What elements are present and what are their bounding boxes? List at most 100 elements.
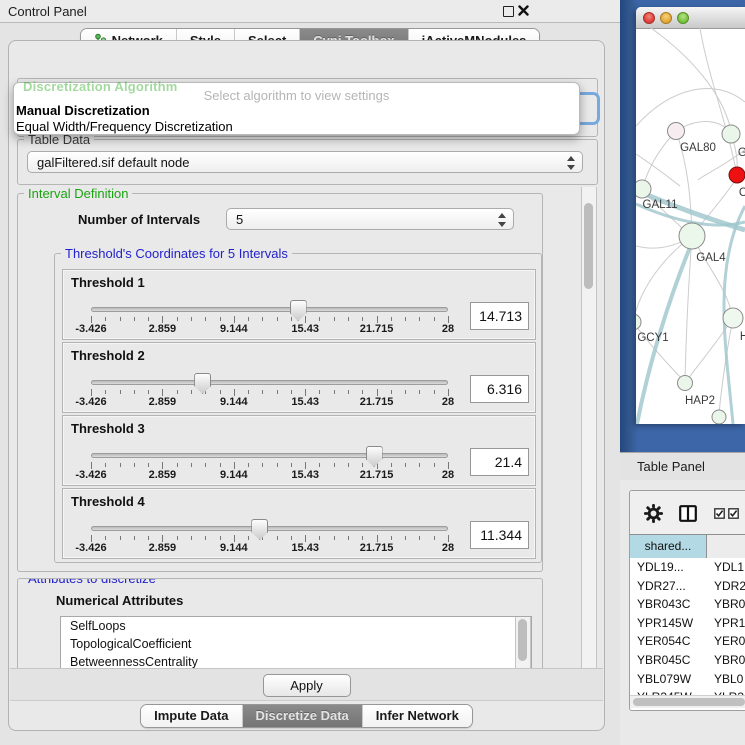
network-node-gal4[interactable] xyxy=(679,223,705,249)
network-node-h[interactable] xyxy=(723,308,743,328)
slider-tick xyxy=(391,390,392,394)
slider-thumb[interactable] xyxy=(366,446,383,467)
slider-tick xyxy=(419,463,420,467)
table-hscrollbar[interactable] xyxy=(630,695,745,708)
algorithm-hint-option[interactable]: Select algorithm to view settings xyxy=(14,88,579,103)
panel-vscrollbar[interactable] xyxy=(581,187,597,668)
slider-tick xyxy=(105,463,106,467)
slider-thumb[interactable] xyxy=(251,519,268,540)
gear-icon[interactable] xyxy=(644,504,663,523)
column-header-shared[interactable]: shared... xyxy=(630,535,707,558)
slider-tick-label: 28 xyxy=(442,323,454,335)
threshold-value-field[interactable]: 14.713 xyxy=(470,302,529,330)
network-window-titlebar[interactable] xyxy=(636,7,745,29)
checkbox-checked-icon[interactable] xyxy=(728,508,739,519)
network-node-hap2[interactable] xyxy=(678,376,693,391)
attributes-scrollbar[interactable] xyxy=(515,617,531,675)
cell-shared-name[interactable]: YBR045C xyxy=(630,651,707,670)
table-data-combobox[interactable]: galFiltered.sif default node xyxy=(27,151,583,173)
tab-impute-data[interactable]: Impute Data xyxy=(141,705,242,727)
slider-tick xyxy=(377,535,378,542)
slider-tick xyxy=(105,317,106,321)
slider-tick xyxy=(91,389,92,396)
attribute-list-item[interactable]: TopologicalCoefficient xyxy=(61,635,531,653)
cell-name[interactable]: YBL0 xyxy=(707,670,745,689)
slider-track[interactable] xyxy=(91,307,448,312)
cell-name[interactable]: YLR3 xyxy=(707,688,745,695)
cell-name[interactable]: YBR0 xyxy=(707,595,745,614)
scrollbar-thumb[interactable] xyxy=(518,619,527,661)
slider-track[interactable] xyxy=(91,380,448,385)
zoom-traffic-light[interactable] xyxy=(677,12,689,24)
slider-tick xyxy=(191,536,192,540)
close-icon[interactable] xyxy=(518,5,529,16)
slider-tick xyxy=(291,536,292,540)
table-row[interactable]: YPR145WYPR1 xyxy=(630,614,745,633)
cell-name[interactable]: YBR0 xyxy=(707,651,745,670)
cell-shared-name[interactable]: YLR345W xyxy=(630,688,707,695)
attribute-list-item[interactable]: SelfLoops xyxy=(61,617,531,635)
table-row[interactable]: YDL19...YDL1 xyxy=(630,558,745,577)
network-node-g-[interactable] xyxy=(722,125,740,143)
threshold-value-field[interactable]: 11.344 xyxy=(470,521,529,549)
apply-button[interactable]: Apply xyxy=(263,674,351,697)
slider-tick xyxy=(291,390,292,394)
slider-tick xyxy=(405,317,406,321)
slider-tick xyxy=(334,463,335,467)
tab-discretize-data[interactable]: Discretize Data xyxy=(243,705,363,727)
threshold-label: Threshold 2 xyxy=(71,348,145,363)
table-row[interactable]: YLR345WYLR3 xyxy=(630,688,745,695)
threshold-value-field[interactable]: 21.4 xyxy=(470,448,529,476)
combo-spinner-icon xyxy=(565,155,575,171)
table-header-row: shared... na xyxy=(630,534,745,559)
threshold-value-field[interactable]: 6.316 xyxy=(470,375,529,403)
cell-name[interactable]: YPR1 xyxy=(707,614,745,633)
cell-shared-name[interactable]: YPR145W xyxy=(630,614,707,633)
scrollbar-thumb[interactable] xyxy=(584,203,593,289)
minimize-traffic-light[interactable] xyxy=(660,12,672,24)
table-row[interactable]: YDR27...YDR2 xyxy=(630,577,745,596)
number-of-intervals-combobox[interactable]: 5 xyxy=(226,208,514,230)
slider-thumb[interactable] xyxy=(194,373,211,394)
network-node[interactable] xyxy=(712,410,726,424)
slider-tick xyxy=(91,462,92,469)
table-row[interactable]: YBR045CYBR0 xyxy=(630,651,745,670)
network-edge[interactable] xyxy=(651,28,731,130)
cell-shared-name[interactable]: YDR27... xyxy=(630,577,707,596)
slider-tick xyxy=(391,536,392,540)
scrollbar-thumb[interactable] xyxy=(633,698,745,706)
column-layout-icon[interactable] xyxy=(679,505,697,522)
slider-tick xyxy=(405,536,406,540)
network-node-gcy1[interactable] xyxy=(636,314,641,330)
slider-track[interactable] xyxy=(91,526,448,531)
network-edge[interactable] xyxy=(643,131,676,186)
table-row[interactable]: YBL079WYBL0 xyxy=(630,670,745,689)
cell-shared-name[interactable]: YBR043C xyxy=(630,595,707,614)
slider-track[interactable] xyxy=(91,453,448,458)
cell-name[interactable]: YDR2 xyxy=(707,577,745,596)
network-edge[interactable] xyxy=(636,322,681,378)
close-traffic-light[interactable] xyxy=(643,12,655,24)
cell-shared-name[interactable]: YBL079W xyxy=(630,670,707,689)
table-row[interactable]: YER054CYER0 xyxy=(630,632,745,651)
tab-infer-network[interactable]: Infer Network xyxy=(363,705,472,727)
slider-tick xyxy=(248,317,249,321)
network-node-gal80[interactable] xyxy=(668,123,685,140)
network-edge[interactable] xyxy=(636,236,692,318)
cell-shared-name[interactable]: YDL19... xyxy=(630,558,707,577)
manual-discretization-option[interactable]: Manual Discretization xyxy=(16,103,150,118)
table-row[interactable]: YBR043CYBR0 xyxy=(630,595,745,614)
network-node-gal11[interactable] xyxy=(636,180,651,198)
table-panel-title: Table Panel xyxy=(637,459,705,474)
slider-tick-label: 2.859 xyxy=(149,542,177,554)
cell-name[interactable]: YDL1 xyxy=(707,558,745,577)
column-header-name[interactable]: na xyxy=(707,535,745,558)
float-panel-icon[interactable] xyxy=(503,6,514,17)
slider-thumb[interactable] xyxy=(290,300,307,321)
cell-shared-name[interactable]: YER054C xyxy=(630,632,707,651)
checkbox-checked-icon[interactable] xyxy=(714,508,725,519)
cell-name[interactable]: YER0 xyxy=(707,632,745,651)
network-canvas[interactable]: GAL80G.CGAL11GAL4GCY1HHAP2 xyxy=(636,28,745,424)
network-node-c[interactable] xyxy=(729,167,745,183)
equal-width-frequency-option[interactable]: Equal Width/Frequency Discretization xyxy=(16,119,233,134)
